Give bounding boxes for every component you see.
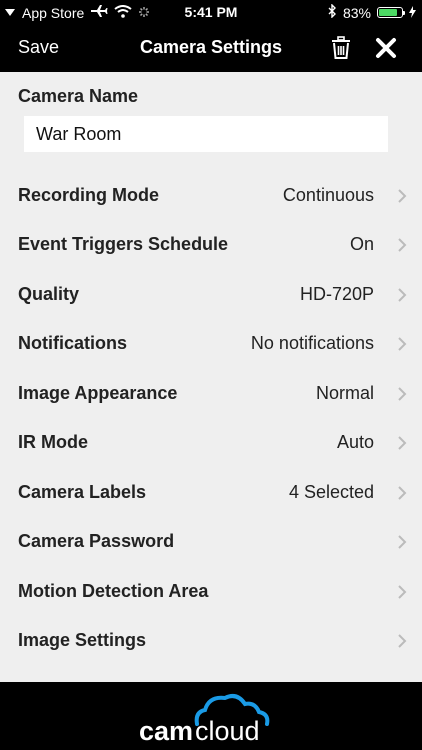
- row-value: On: [349, 234, 374, 254]
- charging-icon: [409, 5, 416, 21]
- chevron-right-icon: [396, 484, 408, 502]
- camera-name-input[interactable]: [24, 116, 388, 152]
- svg-text:cam: cam: [139, 716, 193, 746]
- row-label: Event Triggers Schedule: [18, 234, 229, 254]
- row-value: HD-720P: [299, 284, 374, 304]
- trash-icon[interactable]: [330, 36, 352, 60]
- bluetooth-icon: [328, 3, 337, 21]
- battery-percent: 83%: [342, 4, 371, 21]
- row-label: Recording Mode: [18, 185, 160, 205]
- chevron-right-icon: [396, 632, 408, 650]
- row-value: Auto: [336, 432, 374, 452]
- chevron-right-icon: [396, 533, 408, 551]
- row-label: Camera Password: [18, 531, 175, 551]
- row-label: Image Appearance: [18, 383, 178, 403]
- camera-name-label: Camera Name: [18, 86, 139, 106]
- close-icon[interactable]: [374, 36, 398, 60]
- setting-row-event-triggers-schedule[interactable]: Event Triggers Schedule On: [0, 220, 422, 269]
- chevron-right-icon: [396, 583, 408, 601]
- setting-row-camera-labels[interactable]: Camera Labels 4 Selected: [0, 468, 422, 517]
- settings-content: Camera Name Recording Mode Continuous Ev…: [0, 72, 422, 682]
- setting-row-notifications[interactable]: Notifications No notifications: [0, 319, 422, 368]
- svg-text:cloud: cloud: [195, 716, 260, 746]
- row-label: Camera Labels: [18, 482, 147, 502]
- navigation-bar: Save Camera Settings: [0, 24, 422, 72]
- row-value: Normal: [315, 383, 374, 403]
- chevron-right-icon: [396, 385, 408, 403]
- setting-row-image-settings[interactable]: Image Settings: [0, 616, 422, 665]
- status-bar: App Store 5:41 PM 83%: [0, 0, 422, 24]
- chevron-right-icon: [396, 286, 408, 304]
- row-label: Quality: [18, 284, 80, 304]
- setting-row-recording-mode[interactable]: Recording Mode Continuous: [0, 171, 422, 220]
- row-value: Continuous: [282, 185, 374, 205]
- setting-row-camera-password[interactable]: Camera Password: [0, 517, 422, 566]
- page-title: Camera Settings: [139, 37, 283, 57]
- setting-row-quality[interactable]: Quality HD-720P: [0, 270, 422, 319]
- row-label: Notifications: [18, 333, 128, 353]
- setting-row-motion-detection-area[interactable]: Motion Detection Area: [0, 567, 422, 616]
- chevron-right-icon: [396, 187, 408, 205]
- status-right: 83%: [328, 3, 416, 21]
- row-value: 4 Selected: [288, 482, 374, 502]
- setting-row-image-appearance[interactable]: Image Appearance Normal: [0, 369, 422, 418]
- chevron-right-icon: [396, 335, 408, 353]
- row-label: Motion Detection Area: [18, 581, 209, 601]
- camcloud-logo: cam cloud: [139, 694, 270, 746]
- chevron-right-icon: [396, 434, 408, 452]
- row-label: Image Settings: [18, 630, 147, 650]
- chevron-right-icon: [396, 236, 408, 254]
- setting-row-ir-mode[interactable]: IR Mode Auto: [0, 418, 422, 467]
- row-value: No notifications: [250, 333, 374, 353]
- battery-icon: [377, 7, 405, 18]
- row-label: IR Mode: [18, 432, 88, 452]
